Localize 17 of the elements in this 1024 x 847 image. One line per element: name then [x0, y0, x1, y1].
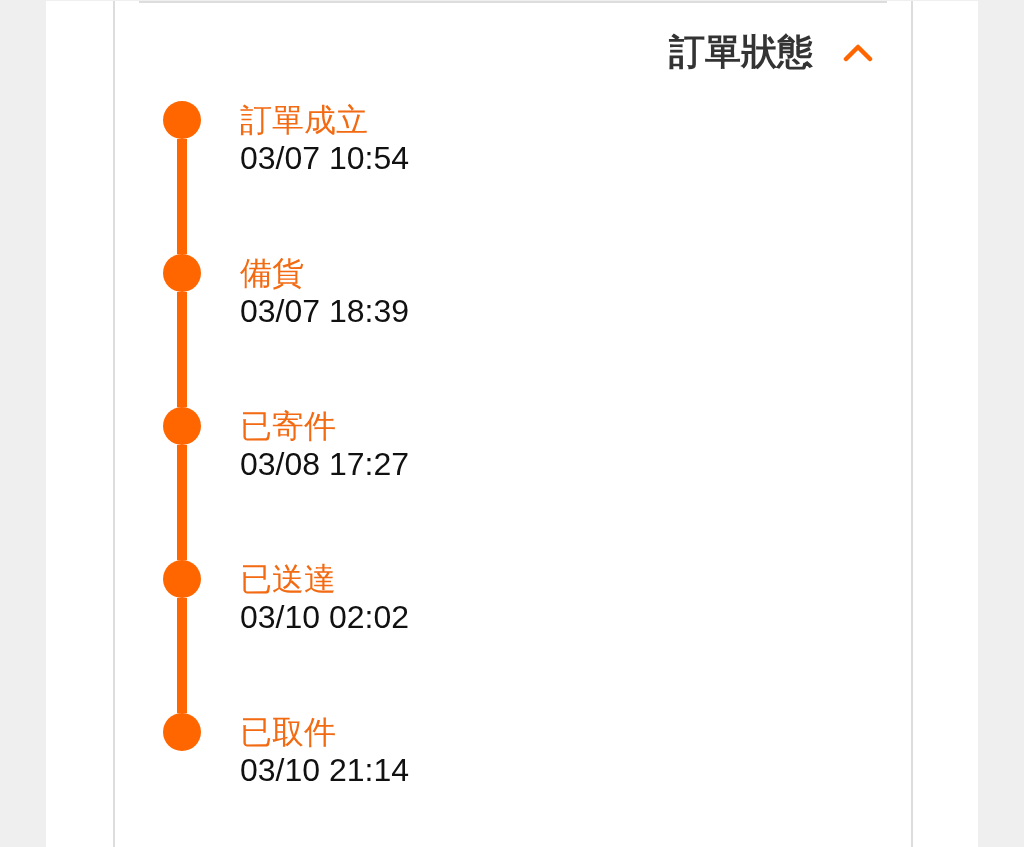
timeline-dot — [163, 254, 201, 292]
chevron-up-icon[interactable] — [843, 42, 873, 62]
timeline-dot — [163, 407, 201, 445]
status-label: 已取件 — [240, 713, 337, 751]
timeline-dot — [163, 560, 201, 598]
status-label: 備貨 — [240, 254, 305, 292]
status-label: 訂單成立 — [240, 101, 369, 139]
status-time: 03/07 18:39 — [240, 292, 410, 330]
status-time: 03/08 17:27 — [240, 445, 410, 483]
timeline-dot — [163, 713, 201, 751]
timeline-dot — [163, 101, 201, 139]
status-label: 已寄件 — [240, 407, 337, 445]
status-time: 03/10 02:02 — [240, 598, 410, 636]
section-title: 訂單狀態 — [669, 29, 813, 74]
status-label: 已送達 — [240, 560, 337, 598]
status-time: 03/07 10:54 — [240, 139, 410, 177]
status-time: 03/10 21:14 — [240, 751, 410, 789]
